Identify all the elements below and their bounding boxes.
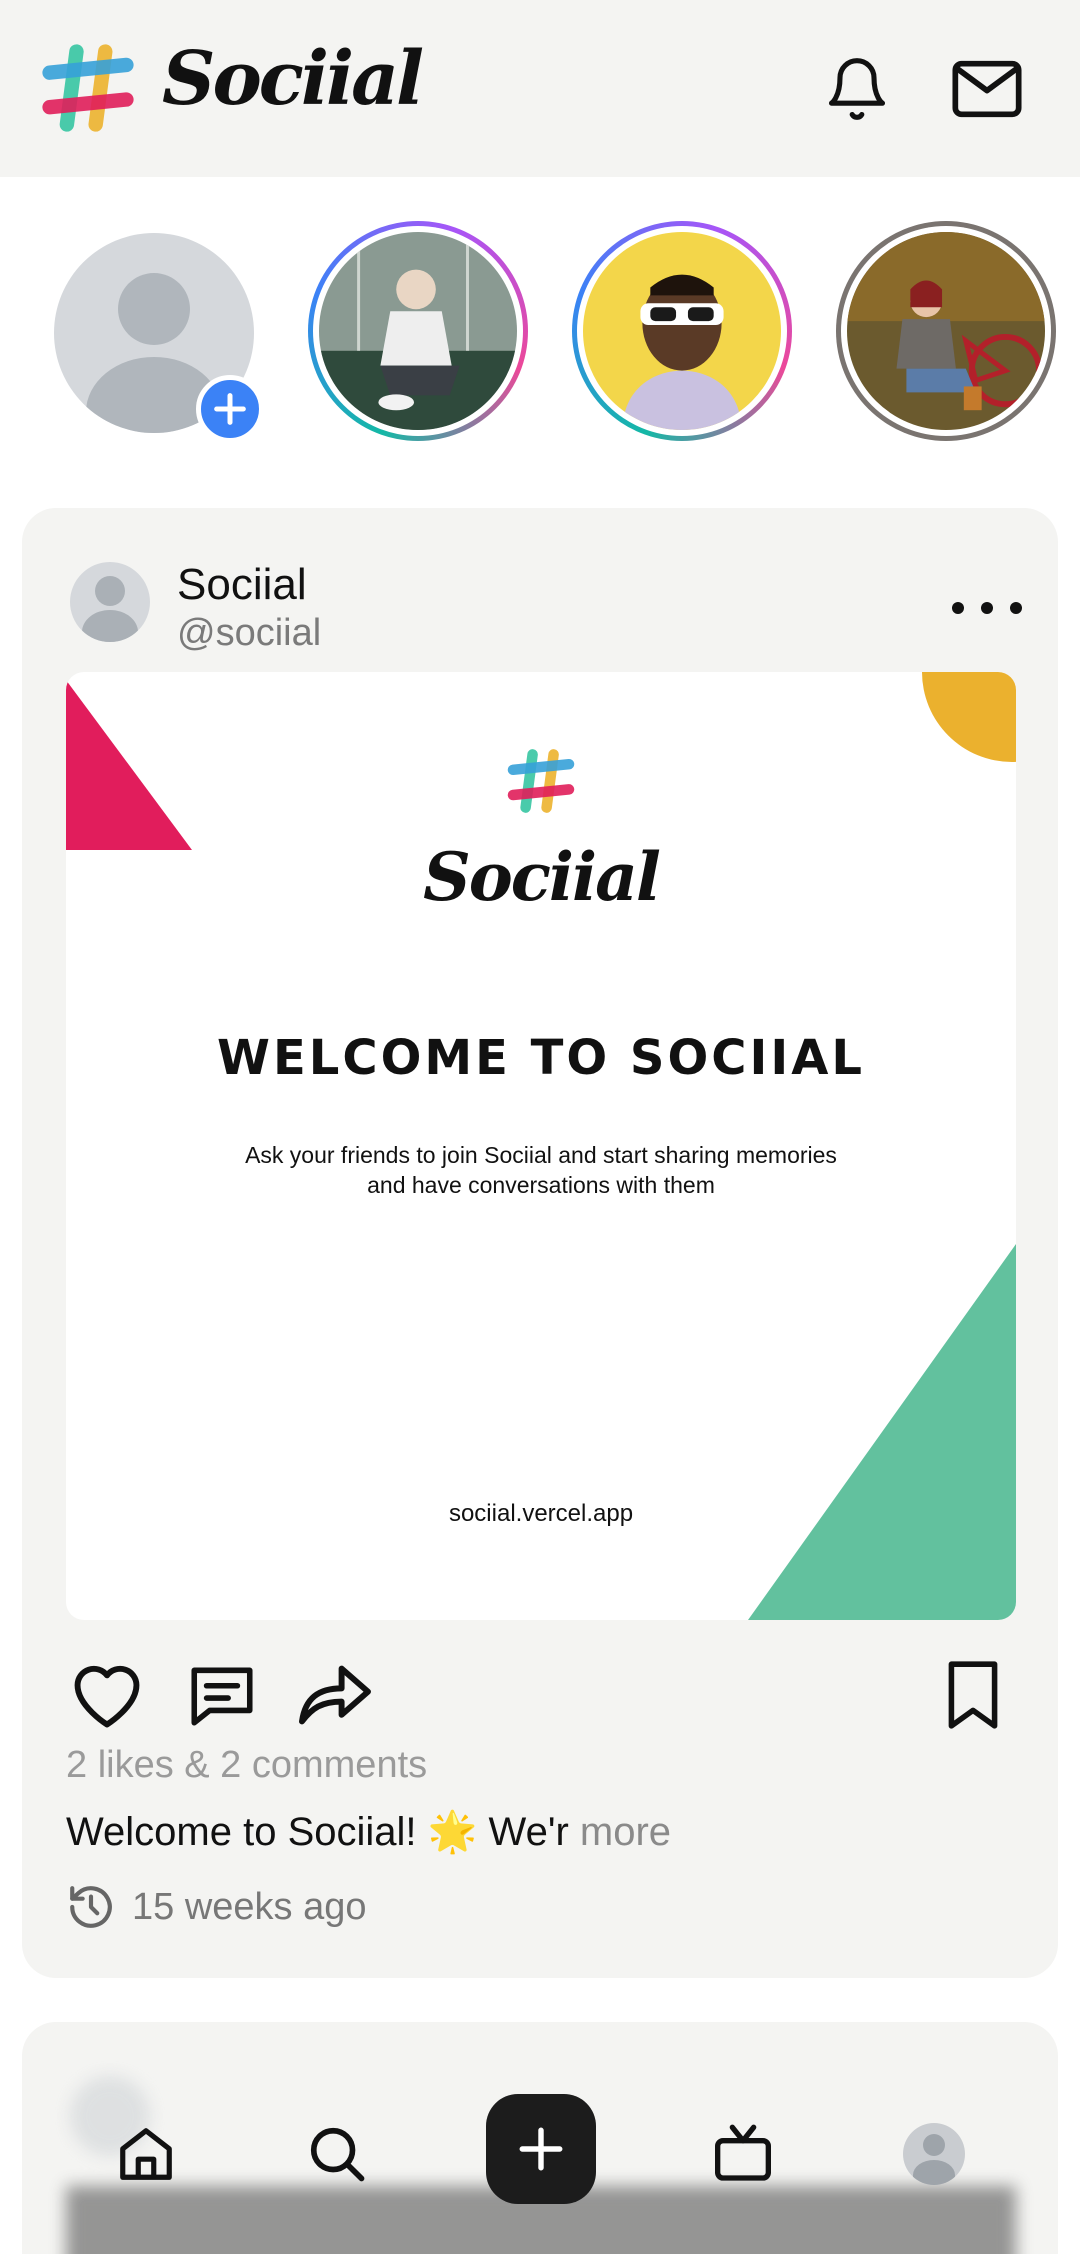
like-button[interactable]: [62, 1650, 152, 1740]
decor-yellow-circle: [922, 672, 1016, 762]
sociial-logo-icon[interactable]: [40, 40, 136, 136]
forward-arrow-icon: [299, 1665, 371, 1725]
tv-icon: [715, 2124, 771, 2181]
share-button[interactable]: [290, 1650, 380, 1740]
bottom-navigation: [0, 2094, 1080, 2214]
decor-red-triangle: [66, 680, 192, 850]
add-story-button[interactable]: [196, 375, 264, 443]
post-caption: Welcome to Sociial! 🌟 We'r more: [66, 1808, 671, 1855]
app-logo-text[interactable]: Sociial: [162, 36, 424, 122]
bookmark-button[interactable]: [928, 1650, 1018, 1740]
bookmark-icon: [948, 1661, 998, 1729]
post-author-handle[interactable]: @sociial: [177, 612, 321, 655]
avatar: [903, 2123, 965, 2185]
story-photo: [583, 232, 781, 430]
home-icon: [120, 2128, 172, 2180]
image-brand-text: Sociial: [423, 838, 661, 916]
post-author-name[interactable]: Sociial: [177, 560, 307, 610]
nav-search[interactable]: [287, 2104, 387, 2204]
history-icon: [70, 1886, 112, 1928]
time-ago-text: 15 weeks ago: [132, 1885, 367, 1928]
plus-icon: [214, 393, 246, 425]
stories-bar: [0, 177, 1080, 497]
image-url-text: sociial.vercel.app: [448, 1500, 634, 1527]
post-stats[interactable]: 2 likes & 2 comments: [66, 1744, 427, 1787]
decor-green-triangle: [748, 1244, 1016, 1620]
plus-icon: [519, 2127, 563, 2171]
story-photo: [847, 232, 1045, 430]
avatar-placeholder-head: [118, 273, 190, 345]
nav-videos[interactable]: [693, 2104, 793, 2204]
post-timestamp: 15 weeks ago: [66, 1882, 367, 1932]
post-card: Sociial @sociial Sociial WELCOME TO SOCI…: [22, 508, 1058, 1978]
story-item[interactable]: [836, 221, 1056, 441]
heart-icon: [74, 1665, 140, 1728]
caption-more-link[interactable]: more: [580, 1810, 671, 1854]
nav-profile[interactable]: [884, 2104, 984, 2204]
story-item[interactable]: [572, 221, 792, 441]
sociial-logo-icon: [507, 749, 575, 813]
app-header: Sociial: [0, 0, 1080, 177]
story-photo: [319, 232, 517, 430]
story-item[interactable]: [308, 221, 528, 441]
search-icon: [310, 2127, 365, 2182]
post-author-avatar[interactable]: [70, 562, 150, 642]
more-horizontal-icon: [952, 602, 964, 614]
bell-icon: [828, 58, 886, 120]
caption-text: Welcome to Sociial! 🌟 We'r: [66, 1810, 569, 1854]
nav-create-post[interactable]: [486, 2094, 596, 2204]
nav-home[interactable]: [96, 2104, 196, 2204]
post-image[interactable]: Sociial WELCOME TO SOCIIAL Ask your frie…: [66, 672, 1016, 1620]
image-description: Ask your friends to join Sociial and sta…: [245, 1142, 837, 1198]
post-more-button[interactable]: [952, 588, 1022, 628]
message-square-icon: [191, 1667, 253, 1726]
messages-button[interactable]: [942, 44, 1032, 134]
image-headline: WELCOME TO SOCIIAL: [217, 1030, 865, 1086]
comment-button[interactable]: [177, 1650, 267, 1740]
mail-icon: [952, 60, 1022, 118]
notifications-button[interactable]: [812, 44, 902, 134]
